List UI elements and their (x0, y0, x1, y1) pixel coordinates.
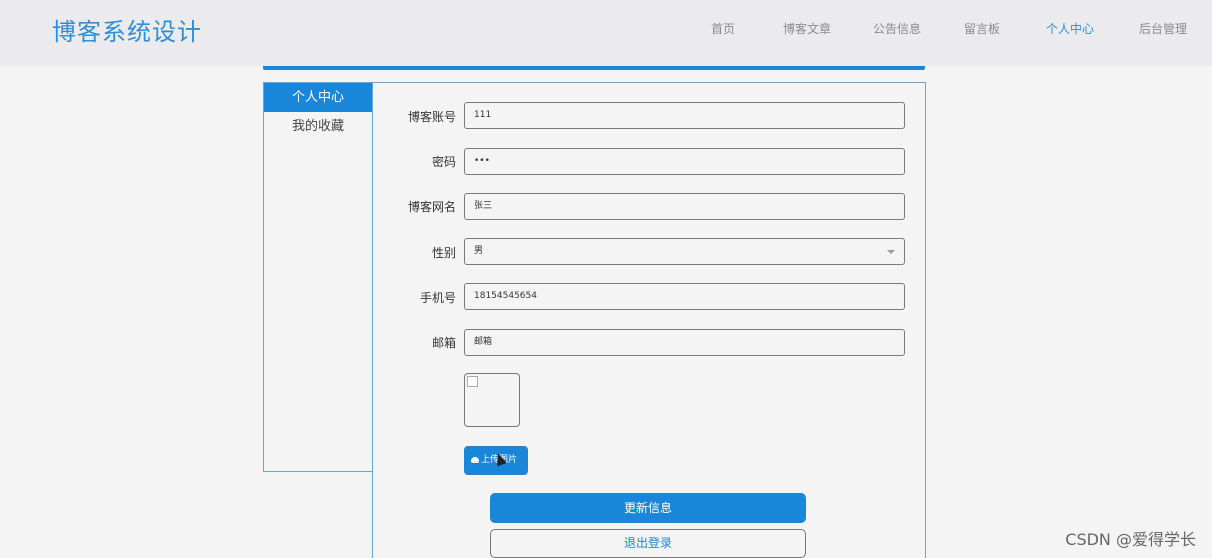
nav-admin[interactable]: 后台管理 (1139, 20, 1187, 37)
phone-field[interactable]: 18154545654 (464, 283, 905, 310)
section-accent-line (263, 66, 925, 70)
phone-label: 手机号 (419, 291, 456, 305)
email-field[interactable]: 邮箱 (464, 329, 905, 356)
nickname-field[interactable]: 张三 (464, 193, 905, 220)
update-info-button[interactable]: 更新信息 (490, 493, 806, 523)
gender-select[interactable]: 男 (464, 238, 905, 265)
account-field[interactable]: 111 (464, 102, 905, 129)
profile-sidebar: 个人中心 我的收藏 (263, 82, 373, 472)
site-logo[interactable]: 博客系统设计 (52, 12, 202, 47)
avatar-preview (464, 373, 520, 427)
nav-personal-center[interactable]: 个人中心 (1046, 20, 1094, 37)
logout-button[interactable]: 退出登录 (490, 529, 806, 558)
nav-message-board[interactable]: 留言板 (964, 20, 1000, 37)
nav-announcements[interactable]: 公告信息 (873, 20, 921, 37)
account-label: 博客账号 (407, 110, 456, 124)
cloud-upload-icon (471, 457, 479, 463)
sidebar-item-personal-center[interactable]: 个人中心 (264, 83, 372, 112)
top-header: 博客系统设计 首页 博客文章 公告信息 留言板 个人中心 后台管理 (0, 0, 1212, 66)
chevron-down-icon (887, 250, 895, 254)
watermark-text: CSDN @爱得学长 (1065, 530, 1196, 549)
email-label: 邮箱 (431, 336, 456, 350)
broken-image-icon (467, 376, 478, 387)
password-field[interactable]: ••• (464, 148, 905, 175)
nav-blog-articles[interactable]: 博客文章 (783, 20, 831, 37)
nickname-label: 博客网名 (407, 200, 456, 214)
sidebar-item-favorites[interactable]: 我的收藏 (264, 112, 372, 141)
gender-selected-value: 男 (474, 246, 484, 256)
gender-label: 性别 (431, 246, 456, 260)
nav-home[interactable]: 首页 (711, 20, 735, 37)
password-label: 密码 (431, 155, 456, 169)
